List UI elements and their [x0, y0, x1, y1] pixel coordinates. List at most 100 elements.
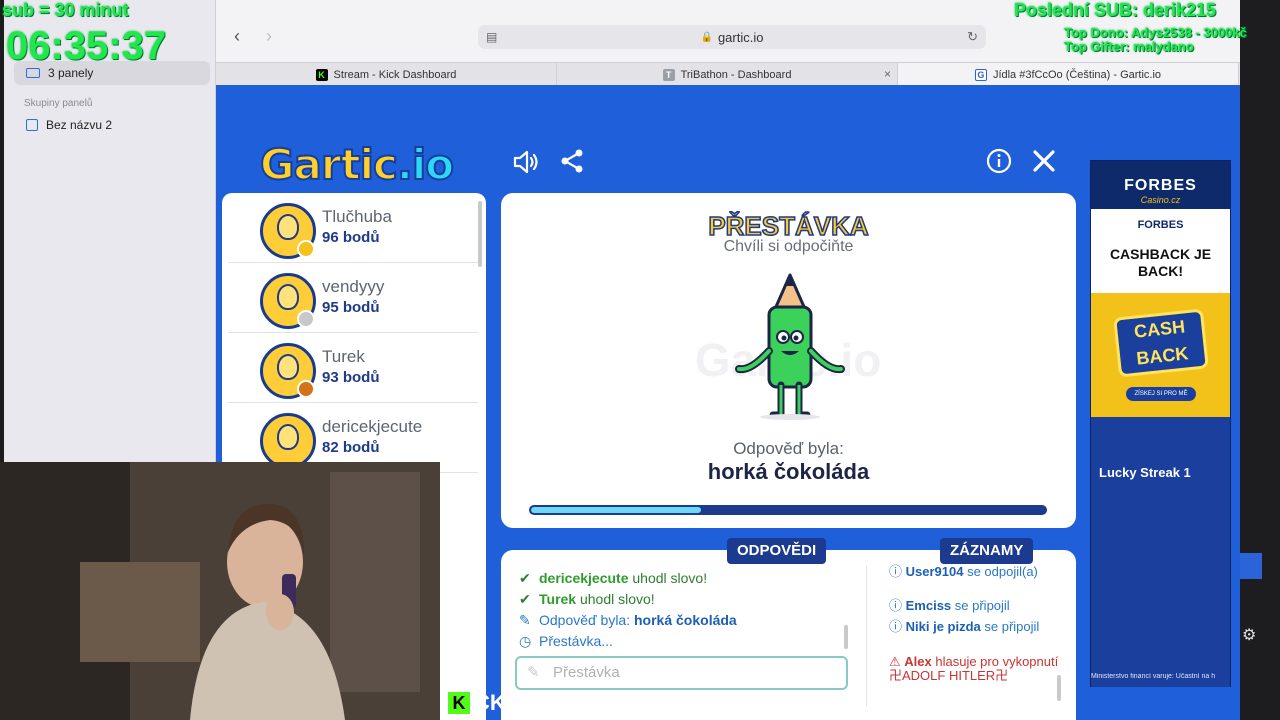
tab-label: Stream - Kick Dashboard	[333, 68, 457, 81]
answers-scrollbar[interactable]	[844, 625, 848, 649]
sidebar-item-group[interactable]: Bez názvu 2	[14, 113, 210, 137]
tab-records[interactable]: ZÁZNAMY	[940, 538, 1034, 564]
clock-icon: ◷	[519, 633, 532, 649]
reload-icon[interactable]: ↻	[967, 29, 978, 45]
tabs-icon	[26, 68, 40, 78]
pause-subtitle: Chvíli si odpočiňte	[723, 238, 854, 255]
webcam-image	[0, 462, 440, 720]
record-line: ⓘ User9104 se odpojil(a)	[889, 564, 1038, 579]
answer-line: ✔ dericekjecute uhodl slovo!	[519, 570, 708, 586]
kick-url-text: CK.COM/POSDAMEBOZKOV	[474, 690, 775, 715]
tab-bar: K Stream - Kick Dashboard T TriBathon - …	[216, 62, 1240, 86]
tab-label: Jídla #3fCcOo (Čeština) - Gartic.io	[992, 68, 1162, 81]
answer-input-placeholder: Přestávka	[553, 664, 620, 681]
advertisement[interactable]: ▷✕ FORBES Casino.cz FORBES CASHBACK JE B…	[1090, 160, 1231, 687]
overlay-top-gifter: Top Gifter: malydano	[1064, 39, 1194, 54]
close-tab-icon[interactable]: ×	[884, 67, 891, 81]
tribathon-favicon-icon: T	[662, 68, 675, 81]
tab-kick[interactable]: K Stream - Kick Dashboard	[216, 63, 557, 86]
gear-icon[interactable]: ⚙	[1242, 625, 1256, 645]
kick-logo-icon: K	[448, 692, 470, 714]
player-points: 95 bodů	[322, 299, 380, 316]
ad-streak: Lucky Streak 1 Ministerstvo financí varu…	[1091, 417, 1230, 687]
drawing-stage: PŘESTÁVKA Chvíli si odpočiňte Gartic.io …	[501, 193, 1076, 528]
ad-badge: CASH BACK	[1113, 308, 1209, 378]
round-progress-bar	[529, 505, 1047, 515]
ad-headline: CASHBACK JE BACK!	[1109, 246, 1212, 279]
overlay-sub-rule: sub = 30 minut	[2, 0, 129, 20]
desktop-edge: ⚙	[1240, 0, 1280, 720]
side-button[interactable]	[1240, 553, 1262, 579]
gold-medal-icon	[297, 240, 315, 258]
answer-line: ✔ Turek uhodl slovo!	[519, 591, 655, 607]
player-row: Turek 93 bodů	[228, 333, 478, 403]
ad-image: CASH BACK ZÍSKEJ SI PRO MĚ	[1091, 293, 1230, 417]
avatar	[260, 413, 316, 469]
sound-icon[interactable]	[511, 148, 541, 178]
player-list-scrollbar[interactable]	[478, 201, 482, 267]
forward-icon[interactable]: ›	[266, 26, 272, 47]
panel-divider	[866, 566, 867, 706]
bronze-medal-icon	[297, 380, 315, 398]
url-text: gartic.io	[717, 29, 764, 45]
avatar	[260, 343, 316, 399]
answer-reveal-line: ✎ Odpověď byla: horká čokoláda	[519, 612, 737, 628]
tab-label: TriBathon - Dashboard	[680, 68, 792, 81]
lock-icon: 🔒	[700, 31, 713, 43]
answer-input[interactable]: ✎ Přestávka	[515, 656, 848, 690]
pencil-mascot-icon	[735, 273, 845, 420]
player-points: 96 bodů	[322, 229, 380, 246]
browser-sidebar: 3 panely Skupiny panelů Bez názvu 2	[4, 0, 216, 462]
ad-brand-small: FORBES	[1137, 219, 1184, 231]
sidebar-item-label: Bez názvu 2	[46, 118, 113, 132]
ad-banner[interactable]: ▷✕ FORBES Casino.cz FORBES CASHBACK JE B…	[1091, 161, 1230, 417]
tab-answers[interactable]: ODPOVĚDI	[727, 538, 827, 564]
check-icon: ✔	[519, 591, 531, 607]
ad-brand-sub: Casino.cz	[1140, 195, 1181, 205]
record-line: ⓘ Niki je pizda se připojil	[889, 619, 1040, 634]
gartic-logo: Gartic.io	[259, 139, 455, 190]
check-icon: ✔	[519, 570, 531, 586]
ad-brand: FORBES	[1124, 177, 1197, 194]
sidebar-section-title: Skupiny panelů	[24, 98, 93, 109]
round-progress-fill	[531, 507, 701, 513]
avatar	[260, 273, 316, 329]
player-row: vendyyy 95 bodů	[228, 263, 478, 333]
records-scrollbar[interactable]	[1057, 675, 1061, 701]
info-icon: ⓘ	[889, 619, 906, 634]
record-line: ⚠ Alex hlasuje pro vykopnutí 卍ADOLF HITL…	[889, 654, 1059, 683]
pencil-icon: ✎	[519, 612, 531, 628]
player-name: dericekjecute	[322, 417, 423, 436]
answer-word: horká čokoláda	[707, 459, 870, 484]
player-name: vendyyy	[322, 277, 385, 296]
address-bar[interactable]: ▤ 🔒 gartic.io ↻	[478, 25, 986, 49]
warning-icon: ⚠	[889, 654, 905, 669]
ad-header: FORBES Casino.cz	[1091, 161, 1230, 209]
tab-gartic[interactable]: G Jídla #3fCcOo (Čeština) - Gartic.io	[898, 63, 1239, 86]
player-name: Turek	[322, 347, 365, 366]
kick-url-banner: K CK.COM/POSDAMEBOZKOV	[440, 686, 845, 720]
tab-tribathon[interactable]: T TriBathon - Dashboard ×	[557, 63, 898, 86]
player-name: Tlučhuba	[322, 207, 392, 226]
tab-group-icon	[26, 119, 38, 131]
pencil-icon: ✎	[527, 664, 540, 681]
overlay-timer: 06:35:37	[6, 24, 167, 68]
player-points: 82 bodů	[322, 439, 380, 456]
gartic-favicon-icon: G	[974, 68, 987, 81]
share-icon[interactable]	[557, 148, 587, 178]
back-icon[interactable]: ‹	[234, 26, 240, 47]
player-row: Tlučhuba 96 bodů	[228, 193, 478, 263]
close-icon[interactable]	[1029, 148, 1059, 178]
avatar	[260, 203, 316, 259]
reader-icon[interactable]: ▤	[486, 30, 497, 44]
player-points: 93 bodů	[322, 369, 380, 386]
record-line: ⓘ Emciss se připojil	[889, 598, 1010, 613]
ad-cta-button[interactable]: ZÍSKEJ SI PRO MĚ	[1126, 387, 1196, 401]
kick-favicon-icon: K	[315, 68, 328, 81]
ad-streak-label: Lucky Streak 1	[1099, 465, 1191, 480]
overlay-top-dono: Top Dono: Adys2538 - 3000kč	[1064, 25, 1247, 40]
info-icon[interactable]	[984, 148, 1014, 178]
info-icon: ⓘ	[889, 564, 906, 579]
webcam-feed	[0, 462, 440, 720]
silver-medal-icon	[297, 310, 315, 328]
